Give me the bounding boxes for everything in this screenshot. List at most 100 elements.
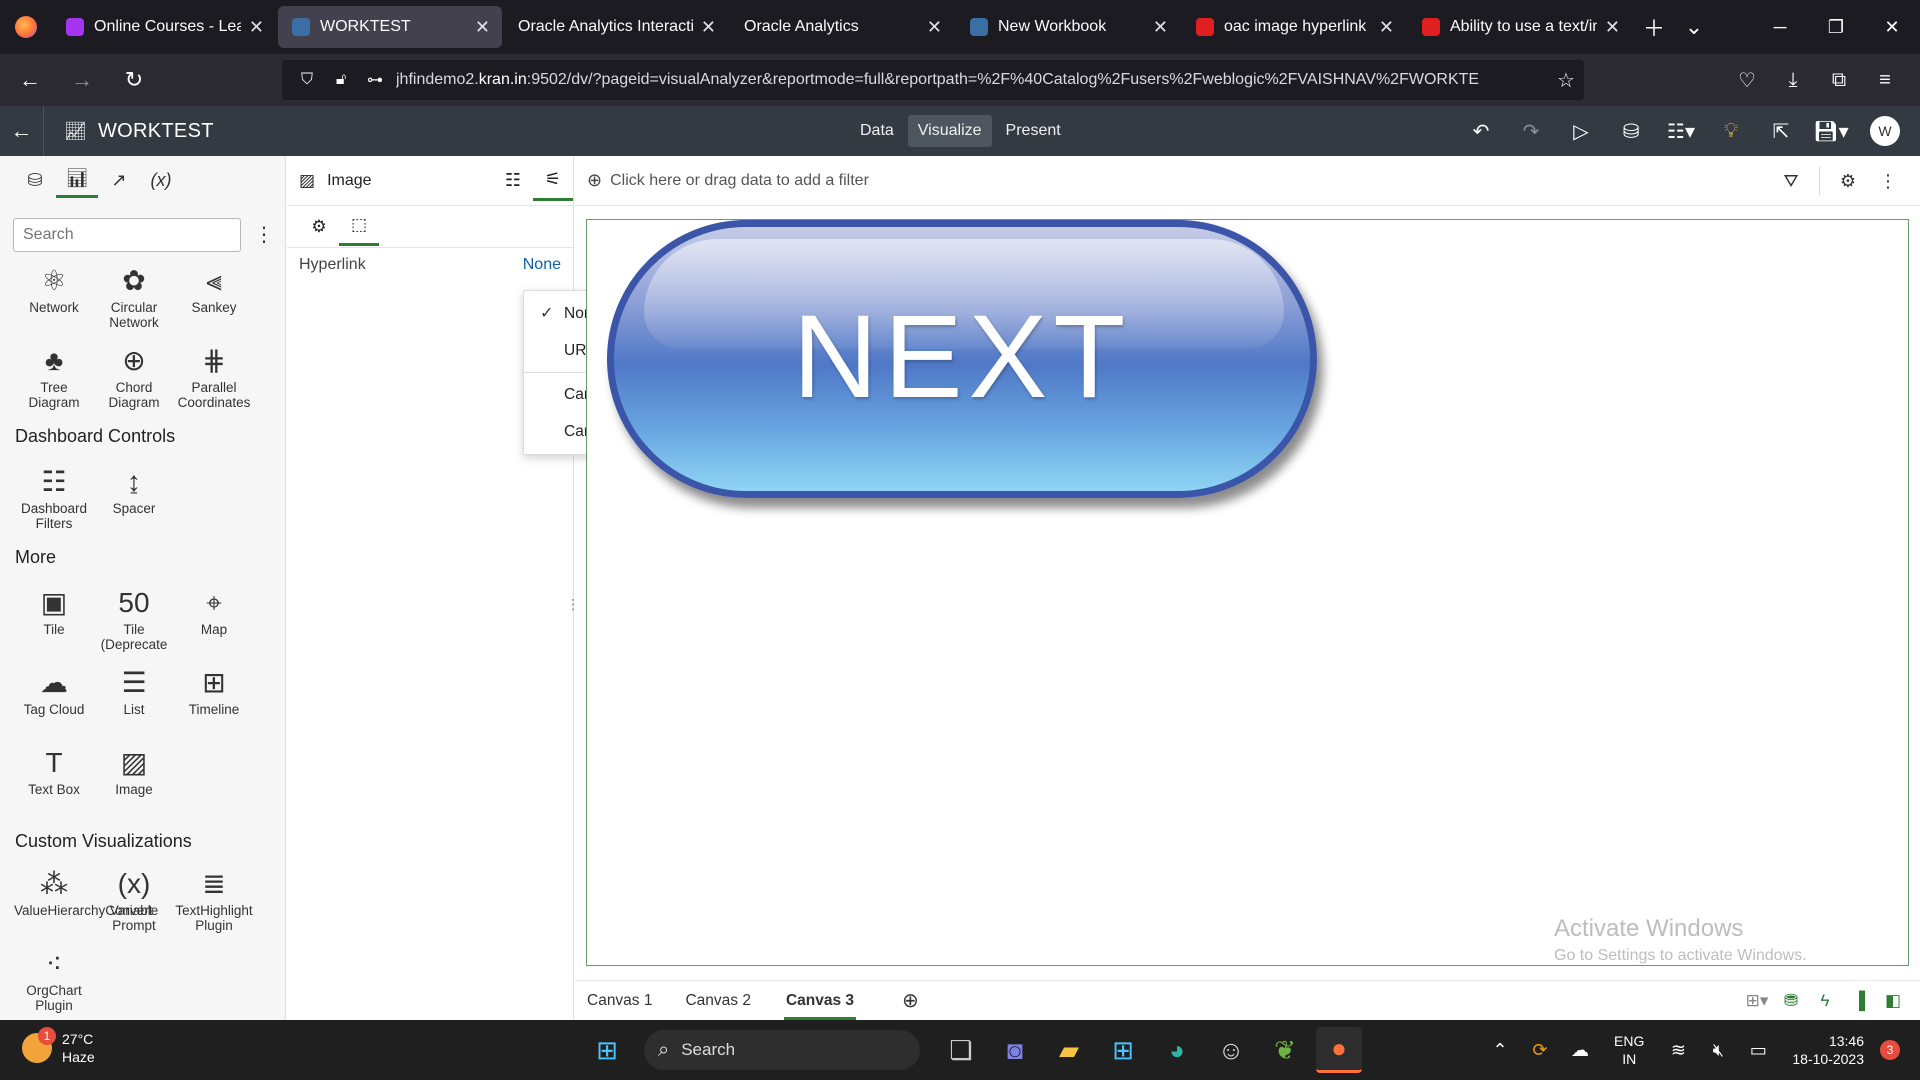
url-text[interactable]: jhfindemo2.kran.in:9502/dv/?pageid=visua… [396,71,1548,89]
pocket-icon[interactable]: ♡ [1724,68,1770,93]
filter-placeholder[interactable]: Click here or drag data to add a filter [610,172,869,190]
viz-item[interactable]: ⫷ Sankey [174,264,254,315]
viz-item[interactable]: ⁂ ValueHierarchyConvert [14,867,153,918]
redo-icon[interactable]: ↷ [1506,119,1556,144]
refresh-data-icon[interactable]: ⛁ [1606,119,1656,144]
browser-tab[interactable]: Oracle Analytics Interactive ✕ [504,6,728,48]
tab-close-icon[interactable]: ✕ [475,17,490,38]
auto-refresh-lightning-icon[interactable]: ϟ [1808,991,1842,1011]
mode-visualize[interactable]: Visualize [907,115,992,147]
notification-badge[interactable]: 3 [1880,1040,1900,1060]
firefox-menu-icon[interactable] [0,0,52,54]
save-menu-icon[interactable]: 💾︎▾ [1806,119,1856,144]
tab-canvas-1[interactable]: Canvas 1 [575,982,673,1020]
tab-canvas-2[interactable]: Canvas 2 [673,982,771,1020]
viz-item[interactable]: ✿ Circular Network [94,264,174,330]
hamburger-menu-icon[interactable]: ≡ [1862,69,1908,92]
back-arrow-icon[interactable]: ← [8,58,52,102]
clock[interactable]: 13:46 18-10-2023 [1792,1032,1864,1068]
undo-icon[interactable]: ↶ [1456,119,1506,144]
tab-close-icon[interactable]: ✕ [1605,17,1620,38]
viz-item[interactable]: ↨ Spacer [94,465,174,516]
weather-widget[interactable]: 1 27°C Haze [22,1027,95,1066]
viz-item[interactable]: T Text Box [14,746,94,797]
windows-start-icon[interactable]: ⊞ [584,1027,630,1073]
kebab-menu-icon[interactable]: ⋮ [254,222,274,247]
add-filter-plus-icon[interactable]: ⊕ [587,170,602,191]
permissions-icon[interactable]: ⊶ [362,70,388,90]
browser-tab[interactable]: WORKTEST ✕ [278,6,502,48]
file-explorer-icon[interactable]: ▰ [1046,1027,1092,1073]
viz-item[interactable]: ☷ Dashboard Filters [14,465,94,531]
viz-item[interactable]: ≣ TextHighlight Plugin [174,867,254,933]
extensions-icon[interactable]: ⧉ [1816,69,1862,92]
downloads-icon[interactable]: ⤓ [1770,69,1816,92]
minimize-button[interactable]: ─ [1752,0,1808,54]
taskbar-search[interactable]: ⌕ Search [644,1030,920,1070]
new-tab-button[interactable]: ＋ [1634,7,1674,47]
close-window-button[interactable]: ✕ [1864,0,1920,54]
user-avatar[interactable]: W [1870,116,1900,146]
properties-tab-icon[interactable]: ⚟ [533,161,573,201]
reload-icon[interactable]: ↻ [112,58,156,102]
filter-bar[interactable]: ⊕ Click here or drag data to add a filte… [575,156,1920,206]
tab-close-icon[interactable]: ✕ [1379,17,1394,38]
canvas-settings-icon[interactable]: ⚙ [1828,171,1868,192]
action-cursor-icon[interactable]: ⬚ [339,208,379,246]
layout-menu-icon[interactable]: ⊞▾ [1740,991,1774,1011]
hyperlink-select[interactable]: None [523,256,561,274]
tab-close-icon[interactable]: ✕ [701,17,716,38]
viz-search-input[interactable] [13,218,241,252]
viz-item[interactable]: ⚛ Network [14,264,94,315]
panel-toggle-left-icon[interactable]: ▐ [1842,991,1876,1011]
tab-list-chevron-icon[interactable]: ⌄ [1674,7,1714,47]
forward-arrow-icon[interactable]: → [60,58,104,102]
teams-chat-icon[interactable]: ◙ [992,1027,1038,1073]
viz-item[interactable]: ☰ List [94,666,174,717]
browser-tab[interactable]: New Workbook ✕ [956,6,1180,48]
onedrive-off-icon[interactable]: ☁ [1560,1040,1600,1061]
restore-button[interactable]: ❐ [1808,0,1864,54]
shield-icon[interactable]: ⛉ [294,71,320,89]
viz-item[interactable]: ⁖ OrgChart Plugin [14,947,94,1013]
filter-funnel-icon[interactable]: ⛛ [1771,171,1811,192]
auto-apply-icon[interactable]: ⛃ [1774,991,1808,1011]
general-settings-gear-icon[interactable]: ⚙ [299,208,339,246]
browser-tab[interactable]: Oracle Analytics ✕ [730,6,954,48]
browser-tab[interactable]: Online Courses - Learn ✕ [52,6,276,48]
canvas-kebab-icon[interactable]: ⋮ [1868,171,1908,192]
tab-close-icon[interactable]: ✕ [249,17,264,38]
viz-item[interactable]: ⊕ Chord Diagram [94,344,174,410]
viz-item[interactable]: ♣ Tree Diagram [14,344,94,410]
mode-present[interactable]: Present [996,115,1071,147]
task-view-icon[interactable]: ❏ [938,1027,984,1073]
app-back-arrow-icon[interactable]: ← [0,106,44,156]
add-canvas-icon[interactable]: ⊕ [902,988,919,1013]
microsoft-store-icon[interactable]: ⊞ [1100,1027,1146,1073]
language-indicator[interactable]: ENG IN [1614,1032,1644,1068]
viz-item[interactable]: ☁ Tag Cloud [14,666,94,717]
next-button-image[interactable]: NEXT [607,220,1317,498]
firefox-taskbar-icon[interactable]: ● [1316,1027,1362,1073]
variables-tab-icon[interactable]: (x) [140,162,182,198]
preview-play-icon[interactable]: ▷ [1556,119,1606,144]
edge-browser-icon[interactable]: ◕ [1154,1027,1200,1073]
speaker-muted-icon[interactable]: 🔇︎ [1698,1040,1738,1061]
insights-bulb-icon[interactable]: 💡︎ [1706,120,1756,143]
viz-item[interactable]: ⊞ Timeline [174,666,254,717]
visualizations-tab-icon[interactable]: 📊︎ [56,162,98,198]
viz-item[interactable]: ▣ Tile [14,586,94,637]
tray-chevron-up-icon[interactable]: ⌃ [1480,1040,1520,1061]
wifi-icon[interactable]: ≋ [1658,1040,1698,1061]
canvas-area[interactable]: NEXT [586,219,1909,966]
panel-toggle-right-icon[interactable]: ◧ [1876,991,1910,1011]
browser-tab[interactable]: oac image hyperlink - ✕ [1182,6,1406,48]
spring-tool-icon[interactable]: ❦ [1262,1027,1308,1073]
address-bar[interactable]: ⛉ 🔓︎ ⊶ jhfindemo2.kran.in:9502/dv/?pagei… [282,60,1584,100]
bookmark-star-icon[interactable]: ☆ [1548,68,1584,93]
lock-icon[interactable]: 🔓︎ [328,71,354,89]
battery-icon[interactable]: ▭ [1738,1040,1778,1061]
panel-resize-handle[interactable]: ⋮ [566,596,580,613]
data-tab-database-icon[interactable]: ⛁ [14,162,56,198]
tab-canvas-3[interactable]: Canvas 3 [783,982,857,1020]
